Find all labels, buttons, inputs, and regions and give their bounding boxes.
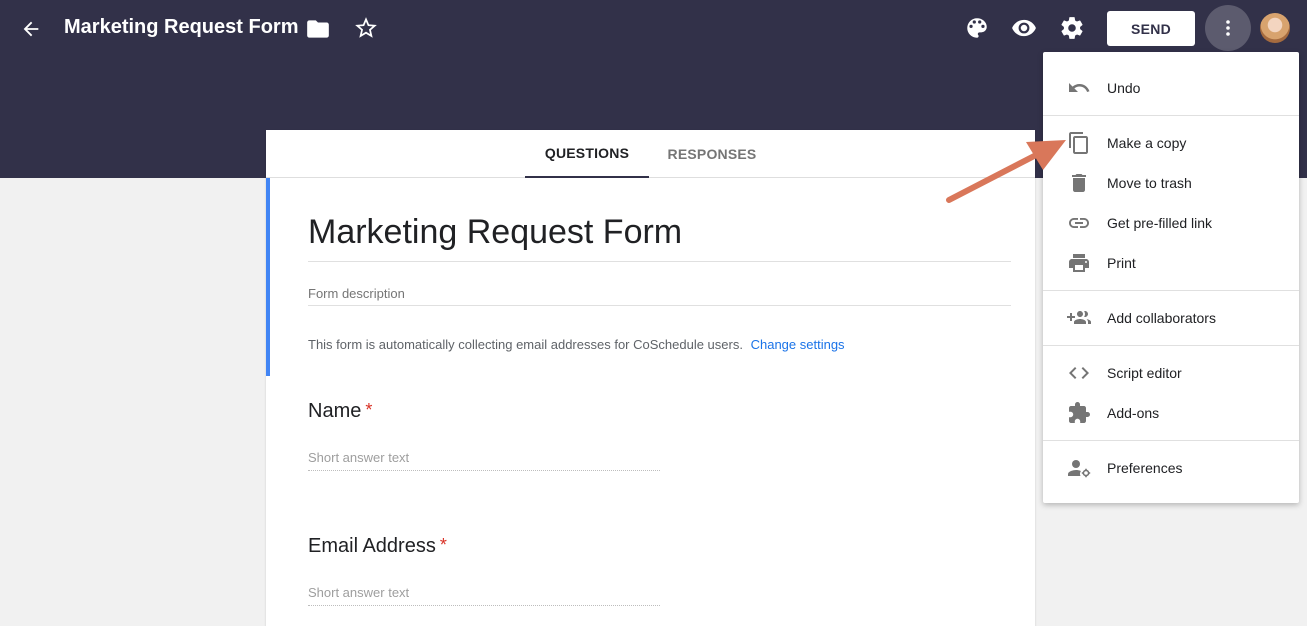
menu-item-label: Script editor [1107,365,1182,381]
menu-item-add-collaborators[interactable]: Add collaborators [1043,298,1299,338]
trash-icon [1072,174,1086,192]
question-title-text: Email Address [308,535,436,557]
menu-item-script-editor[interactable]: Script editor [1043,353,1299,393]
menu-item-label: Get pre-filled link [1107,215,1213,231]
document-title[interactable]: Marketing Request Form [64,16,298,39]
theme-button[interactable] [964,15,992,43]
tab-responses[interactable]: RESPONSES [657,130,767,178]
menu-item-label: Print [1107,255,1136,271]
menu-item-label: Undo [1107,80,1141,96]
folder-icon [307,20,329,38]
eye-icon [1012,19,1036,37]
email-collection-text: This form is automatically collecting em… [308,337,743,352]
menu-item-print[interactable]: Print [1043,243,1299,283]
more-vert-icon [1226,20,1230,36]
menu-item-label: Add collaborators [1107,310,1216,326]
back-arrow-icon [23,21,39,37]
menu-item-make-a-copy[interactable]: Make a copy [1043,123,1299,163]
send-button[interactable]: SEND [1107,11,1195,46]
question-title-text: Name [308,400,362,422]
star-outline-icon [355,17,377,38]
star-button[interactable] [353,15,379,41]
add-people-icon [1067,311,1091,324]
preferences-icon [1068,460,1091,478]
question-title-name[interactable]: Name * [308,400,372,423]
required-asterisk: * [439,535,447,555]
menu-item-get-prefilled-link[interactable]: Get pre-filled link [1043,203,1299,243]
form-card: Marketing Request Form Form description … [266,178,1035,626]
description-underline [308,305,1011,306]
menu-item-label: Add-ons [1107,405,1160,421]
link-icon [1069,218,1089,228]
gear-icon [1061,17,1083,39]
account-avatar[interactable] [1260,13,1290,43]
top-bar: Marketing Request Form SEND [0,0,1307,58]
undo-icon [1069,83,1090,92]
form-description-field[interactable]: Form description [308,286,405,301]
title-underline [308,261,1011,262]
header-section-accent [266,178,270,376]
more-options-button[interactable] [1205,5,1251,51]
change-settings-link[interactable]: Change settings [751,337,845,352]
email-collection-note: This form is automatically collecting em… [308,337,845,352]
palette-icon [967,18,987,38]
tab-questions[interactable]: QUESTIONS [525,130,649,178]
menu-divider [1043,440,1299,441]
more-options-menu: Undo Make a copy Move to trash Get pre-f… [1043,52,1299,503]
menu-item-label: Preferences [1107,460,1183,476]
form-title[interactable]: Marketing Request Form [308,213,682,252]
menu-item-move-to-trash[interactable]: Move to trash [1043,163,1299,203]
menu-divider [1043,290,1299,291]
menu-divider [1043,115,1299,116]
preview-button[interactable] [1011,15,1039,43]
menu-item-label: Move to trash [1107,175,1192,191]
menu-divider [1043,345,1299,346]
move-to-folder-button[interactable] [305,16,331,42]
print-icon [1069,254,1089,272]
menu-item-preferences[interactable]: Preferences [1043,448,1299,488]
form-tabs: QUESTIONS RESPONSES [266,130,1035,178]
menu-item-undo[interactable]: Undo [1043,68,1299,108]
question-title-email[interactable]: Email Address * [308,535,447,558]
copy-icon [1069,132,1088,154]
menu-item-label: Make a copy [1107,135,1187,151]
required-asterisk: * [365,400,373,420]
code-icon [1069,367,1089,379]
puzzle-icon [1069,402,1090,423]
short-answer-field-email: Short answer text [308,585,660,606]
settings-button[interactable] [1059,15,1087,43]
menu-item-add-ons[interactable]: Add-ons [1043,393,1299,433]
short-answer-field-name: Short answer text [308,450,660,471]
back-button[interactable] [16,14,46,44]
